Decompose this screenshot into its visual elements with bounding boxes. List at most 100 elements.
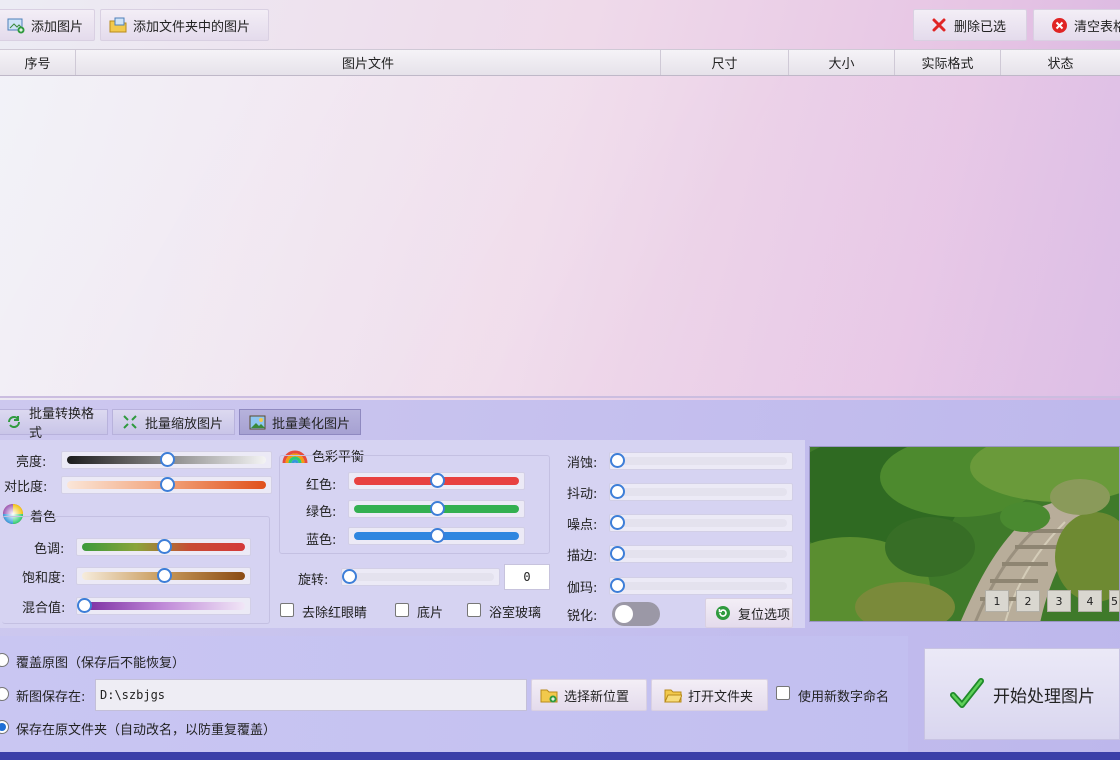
blue-label: 蓝色: [306, 533, 337, 548]
preview-page-3[interactable]: 3 [1047, 590, 1071, 612]
gamma-slider[interactable] [609, 577, 793, 595]
delete-selected-button[interactable]: 删除已选 [913, 9, 1027, 41]
rotate-slider[interactable] [341, 568, 500, 586]
choose-location-button[interactable]: 选择新位置 [531, 679, 647, 711]
add-image-icon [7, 16, 25, 34]
preview-image [809, 446, 1120, 622]
blue-balance-slider[interactable] [348, 527, 525, 545]
add-image-label: 添加图片 [31, 19, 84, 35]
noise-slider-thumb[interactable] [610, 515, 625, 530]
column-header-index[interactable]: 序号 [0, 50, 76, 75]
frosted-glass-checkbox[interactable] [467, 603, 481, 617]
tab-batch-beautify[interactable]: 批量美化图片 [239, 409, 361, 435]
jitter-slider-thumb[interactable] [610, 484, 625, 499]
delete-selected-label: 删除已选 [954, 19, 1007, 35]
tab-batch-beautify-label: 批量美化图片 [272, 416, 351, 432]
negative-label: 底片 [417, 606, 444, 621]
reset-options-label: 复位选项 [738, 607, 791, 623]
red-balance-slider[interactable] [348, 472, 525, 490]
saturation-slider[interactable] [76, 567, 251, 585]
remove-redeye-label: 去除红眼睛 [302, 606, 368, 621]
erode-slider-thumb[interactable] [610, 453, 625, 468]
erode-slider[interactable] [609, 452, 793, 470]
red-balance-slider-thumb[interactable] [429, 473, 445, 488]
column-header-format[interactable]: 实际格式 [895, 50, 1001, 75]
numeric-naming-label: 使用新数字命名 [798, 690, 890, 705]
folder-add-icon [540, 686, 558, 704]
saturation-slider-thumb[interactable] [156, 568, 172, 583]
column-header-dimensions[interactable]: 尺寸 [661, 50, 789, 75]
preview-page-1[interactable]: 1 [985, 590, 1009, 612]
gamma-slider-thumb[interactable] [610, 578, 625, 593]
saturation-label: 饱和度: [22, 571, 66, 586]
tab-batch-resize[interactable]: 批量缩放图片 [112, 409, 235, 435]
blend-slider-thumb[interactable] [77, 598, 92, 613]
gamma-label: 伽玛: [567, 581, 598, 596]
rotate-slider-thumb[interactable] [342, 569, 357, 584]
sharpen-label: 锐化: [567, 609, 598, 624]
add-image-button[interactable]: 添加图片 [0, 9, 95, 41]
rotate-label: 旋转: [298, 573, 329, 588]
column-header-status[interactable]: 状态 [1001, 50, 1120, 75]
reset-options-button[interactable]: 复位选项 [705, 598, 793, 628]
add-folder-images-button[interactable]: 添加文件夹中的图片 [100, 9, 269, 41]
remove-redeye-checkbox[interactable] [280, 603, 294, 617]
tab-batch-convert-label: 批量转换格式 [29, 407, 95, 441]
contrast-label: 对比度: [4, 480, 48, 495]
column-header-file[interactable]: 图片文件 [76, 50, 661, 75]
brightness-label: 亮度: [16, 455, 47, 470]
preview-page-4[interactable]: 4 [1078, 590, 1102, 612]
choose-location-label: 选择新位置 [564, 689, 630, 705]
table-header: 序号 图片文件 尺寸 大小 实际格式 状态 [0, 49, 1120, 76]
rotate-value-input[interactable]: 0 [504, 564, 550, 590]
folder-images-icon [109, 16, 127, 34]
convert-arrows-icon [5, 413, 23, 431]
tab-batch-resize-label: 批量缩放图片 [145, 416, 224, 432]
reset-icon [714, 604, 732, 622]
hue-slider[interactable] [76, 538, 251, 556]
start-processing-button[interactable]: 开始处理图片 [924, 648, 1120, 740]
preview-page-5[interactable]: 5 [1109, 590, 1120, 612]
edge-label: 描边: [567, 549, 598, 564]
tab-batch-convert[interactable]: 批量转换格式 [0, 407, 108, 441]
red-label: 红色: [306, 478, 337, 493]
noise-slider[interactable] [609, 514, 793, 532]
contrast-slider-thumb[interactable] [159, 477, 175, 492]
resize-arrows-icon [121, 413, 139, 431]
add-folder-images-label: 添加文件夹中的图片 [133, 19, 251, 35]
brightness-slider[interactable] [61, 451, 272, 469]
edge-slider-thumb[interactable] [610, 546, 625, 561]
sharpen-toggle[interactable] [612, 602, 660, 626]
blend-slider[interactable] [76, 597, 251, 615]
numeric-naming-checkbox[interactable] [776, 686, 790, 700]
noise-label: 噪点: [567, 518, 598, 533]
delete-x-icon [930, 16, 948, 34]
open-folder-button[interactable]: 打开文件夹 [651, 679, 768, 711]
checkmark-icon [949, 676, 985, 712]
picture-icon [248, 413, 266, 431]
hue-slider-thumb[interactable] [156, 539, 172, 554]
preview-page-2[interactable]: 2 [1016, 590, 1040, 612]
jitter-label: 抖动: [567, 487, 598, 502]
edge-slider[interactable] [609, 545, 793, 563]
column-header-size[interactable]: 大小 [789, 50, 895, 75]
window-bottom-border [0, 752, 1120, 760]
clear-table-label: 清空表格 [1074, 19, 1120, 35]
new-location-label: 新图保存在: [16, 690, 86, 705]
brightness-slider-thumb[interactable] [159, 452, 175, 467]
blend-label: 混合值: [22, 601, 66, 616]
clear-circle-x-icon [1050, 16, 1068, 34]
image-table-body[interactable] [0, 76, 1120, 398]
start-processing-label: 开始处理图片 [993, 686, 1095, 707]
green-balance-slider-thumb[interactable] [429, 501, 445, 516]
overwrite-label: 覆盖原图（保存后不能恢复） [16, 656, 186, 671]
save-path-input[interactable]: D:\szbjgs [95, 679, 527, 711]
clear-table-button[interactable]: 清空表格 [1033, 9, 1120, 41]
contrast-slider[interactable] [61, 476, 272, 494]
jitter-slider[interactable] [609, 483, 793, 501]
erode-label: 消蚀: [567, 456, 598, 471]
blue-balance-slider-thumb[interactable] [429, 528, 445, 543]
negative-checkbox[interactable] [395, 603, 409, 617]
green-balance-slider[interactable] [348, 500, 525, 518]
frosted-glass-label: 浴室玻璃 [489, 606, 542, 621]
